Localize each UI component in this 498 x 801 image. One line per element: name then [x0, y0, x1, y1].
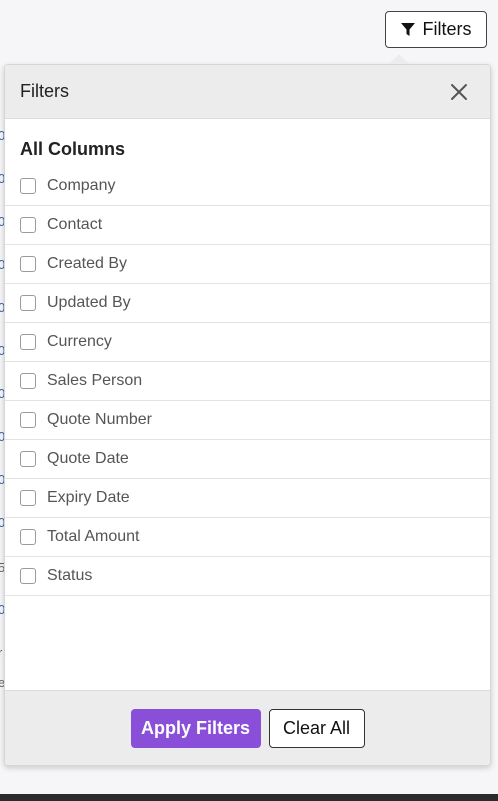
- filters-button-label: Filters: [422, 19, 472, 39]
- checkbox[interactable]: [20, 451, 36, 467]
- clear-all-button[interactable]: Clear All: [268, 708, 365, 748]
- apply-filters-button[interactable]: Apply Filters: [130, 708, 261, 748]
- column-option-status[interactable]: Status: [5, 557, 490, 596]
- column-option-contact[interactable]: Contact: [5, 206, 490, 245]
- filters-popover: Filters All Columns Company Contact Crea…: [4, 64, 491, 766]
- column-option-created-by[interactable]: Created By: [5, 245, 490, 284]
- checkbox[interactable]: [20, 373, 36, 389]
- funnel-icon: [400, 22, 415, 37]
- column-option-company[interactable]: Company: [5, 167, 490, 206]
- checkbox[interactable]: [20, 178, 36, 194]
- column-option-expiry-date[interactable]: Expiry Date: [5, 479, 490, 518]
- column-option-label: Company: [47, 177, 116, 194]
- checkbox[interactable]: [20, 412, 36, 428]
- bg-cell: r: [0, 645, 3, 660]
- checkbox[interactable]: [20, 568, 36, 584]
- close-icon[interactable]: [448, 81, 470, 103]
- column-option-quote-date[interactable]: Quote Date: [5, 440, 490, 479]
- column-option-label: Expiry Date: [47, 489, 130, 506]
- column-option-label: Quote Number: [47, 411, 152, 428]
- column-option-updated-by[interactable]: Updated By: [5, 284, 490, 323]
- column-option-label: Currency: [47, 333, 112, 350]
- column-option-label: Updated By: [47, 294, 131, 311]
- all-columns-heading: All Columns: [20, 139, 126, 159]
- column-list: Company Contact Created By Updated By Cu…: [5, 167, 490, 596]
- popover-footer: Apply Filters Clear All: [5, 690, 490, 765]
- popover-title: Filters: [20, 81, 69, 101]
- column-option-label: Status: [47, 567, 93, 584]
- checkbox[interactable]: [20, 256, 36, 272]
- column-option-sales-person[interactable]: Sales Person: [5, 362, 490, 401]
- filters-toggle-button[interactable]: Filters: [385, 11, 487, 48]
- column-option-quote-number[interactable]: Quote Number: [5, 401, 490, 440]
- column-option-label: Sales Person: [47, 372, 143, 389]
- popover-header: Filters: [5, 65, 490, 119]
- popover-caret: [389, 54, 409, 64]
- column-option-total-amount[interactable]: Total Amount: [5, 518, 490, 557]
- checkbox[interactable]: [20, 295, 36, 311]
- column-option-label: Total Amount: [47, 528, 140, 545]
- column-option-label: Created By: [47, 255, 128, 272]
- column-option-label: Quote Date: [47, 450, 129, 467]
- column-option-label: Contact: [47, 216, 103, 233]
- checkbox[interactable]: [20, 217, 36, 233]
- checkbox[interactable]: [20, 490, 36, 506]
- bottom-bar: [0, 794, 498, 801]
- checkbox[interactable]: [20, 529, 36, 545]
- checkbox[interactable]: [20, 334, 36, 350]
- column-option-currency[interactable]: Currency: [5, 323, 490, 362]
